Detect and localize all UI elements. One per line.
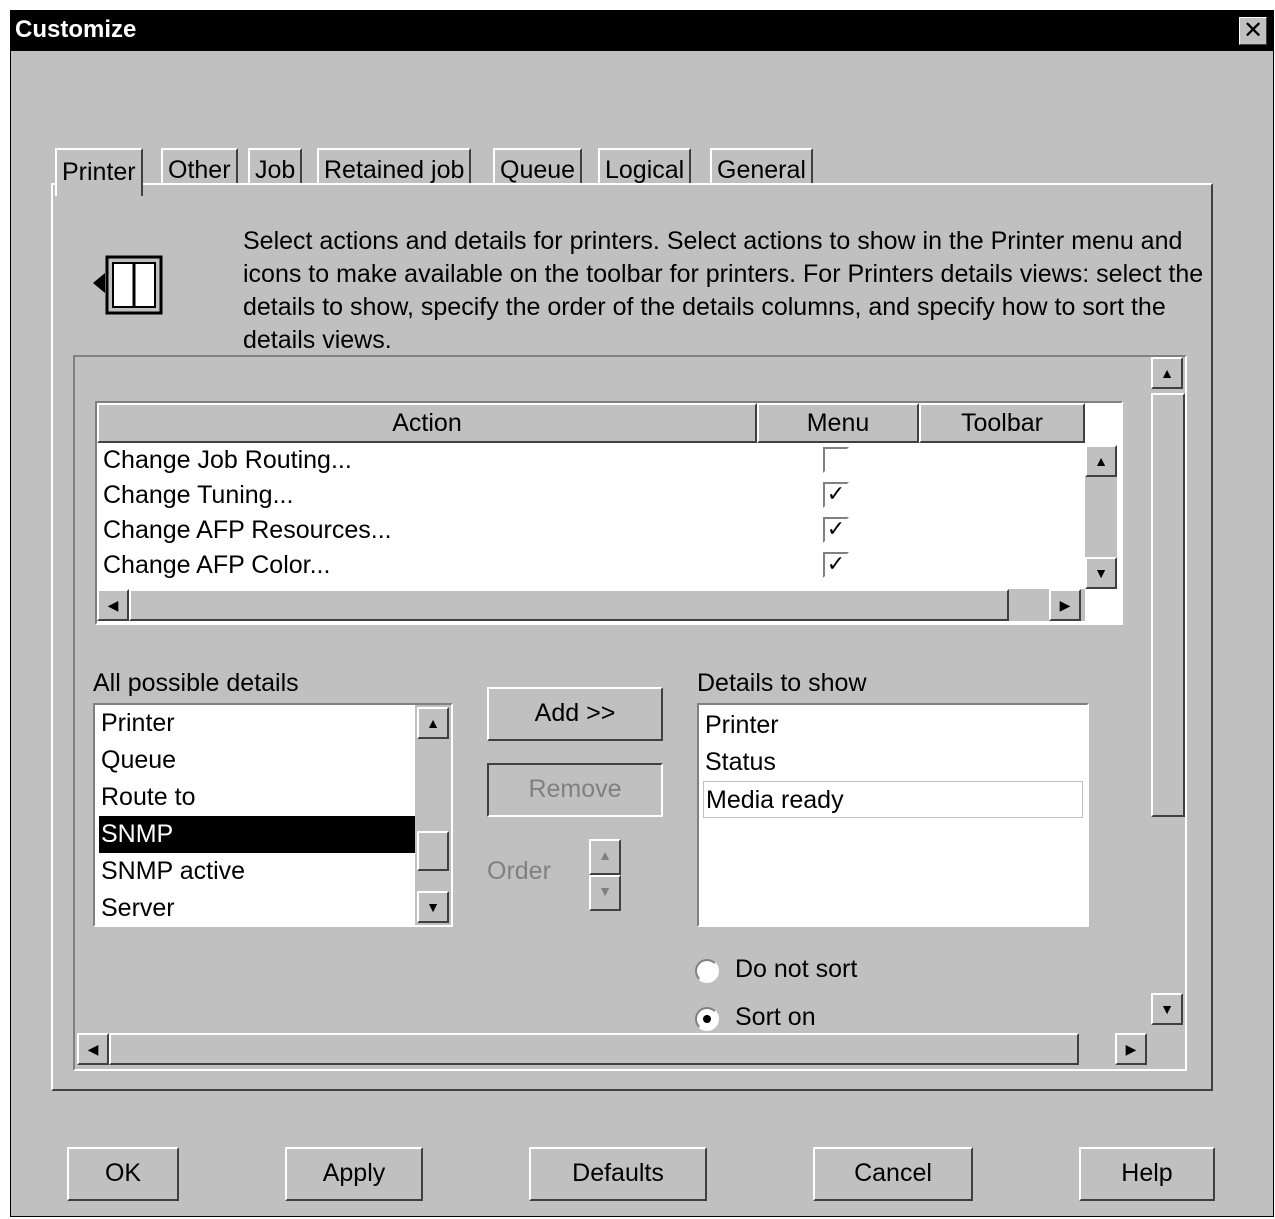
list-item[interactable]: Printer bbox=[703, 707, 779, 744]
description-text: Select actions and details for printers.… bbox=[243, 227, 1204, 354]
scroll-thumb[interactable] bbox=[109, 1033, 1079, 1065]
details-to-show-list[interactable]: Printer Status Media ready bbox=[697, 703, 1089, 927]
tab-job[interactable]: Job bbox=[248, 148, 303, 188]
scroll-down-arrow-icon[interactable]: ▼ bbox=[1085, 557, 1117, 589]
list-item[interactable]: SNMP active bbox=[99, 853, 245, 890]
tab-queue[interactable]: Queue bbox=[493, 148, 583, 188]
table-row[interactable]: Change AFP Resources... bbox=[103, 513, 392, 548]
cancel-button[interactable]: Cancel bbox=[813, 1147, 973, 1201]
defaults-button[interactable]: Defaults bbox=[529, 1147, 707, 1201]
scroll-right-arrow-icon[interactable]: ▶ bbox=[1049, 589, 1081, 621]
do-not-sort-radio[interactable] bbox=[695, 959, 719, 983]
sort-on-radio[interactable] bbox=[695, 1007, 719, 1031]
scroll-thumb[interactable] bbox=[417, 831, 449, 871]
do-not-sort-label: Do not sort bbox=[735, 955, 858, 983]
scroll-up-arrow-icon[interactable]: ▲ bbox=[417, 707, 449, 739]
close-button[interactable]: ✕ bbox=[1239, 17, 1267, 45]
all-details-list[interactable]: Printer Queue Route to SNMP SNMP active … bbox=[93, 703, 453, 927]
settings-scroll-area: Action Menu Toolbar Change Job Routing..… bbox=[73, 355, 1187, 1071]
tab-printer[interactable]: Printer bbox=[55, 148, 143, 196]
details-list-scrollbar[interactable]: ▲ ▼ bbox=[415, 705, 451, 925]
list-item[interactable]: Status bbox=[703, 744, 776, 781]
table-row[interactable]: Change AFP Color... bbox=[103, 548, 330, 583]
remove-button[interactable]: Remove bbox=[487, 763, 663, 817]
menu-checkbox[interactable]: ✓ bbox=[823, 552, 849, 578]
tab-general[interactable]: General bbox=[710, 148, 813, 188]
order-up-arrow-icon[interactable]: ▲ bbox=[589, 839, 621, 875]
printer-tab-panel: Select actions and details for printers.… bbox=[51, 183, 1213, 1091]
actions-table: Action Menu Toolbar Change Job Routing..… bbox=[95, 401, 1123, 625]
table-vertical-scrollbar[interactable]: ▲ ▼ bbox=[1085, 445, 1117, 589]
scroll-up-arrow-icon[interactable]: ▲ bbox=[1151, 357, 1183, 389]
tab-retained-job[interactable]: Retained job bbox=[317, 148, 472, 188]
title-bar: Customize ✕ bbox=[11, 11, 1273, 51]
list-item[interactable]: Printer bbox=[99, 705, 175, 742]
scroll-up-arrow-icon[interactable]: ▲ bbox=[1085, 445, 1117, 477]
list-item-focused[interactable]: Media ready bbox=[703, 781, 1083, 818]
all-details-label: All possible details bbox=[93, 669, 299, 697]
printer-icon bbox=[93, 255, 163, 315]
sort-on-label: Sort on bbox=[735, 1003, 816, 1027]
order-label: Order bbox=[487, 857, 551, 885]
list-item[interactable]: Queue bbox=[99, 742, 176, 779]
customize-dialog: Customize ✕ Printer Other Job Retained j… bbox=[10, 10, 1274, 1217]
help-button[interactable]: Help bbox=[1079, 1147, 1215, 1201]
scroll-down-arrow-icon[interactable]: ▼ bbox=[417, 891, 449, 923]
window-title: Customize bbox=[15, 16, 137, 43]
toolbar-column-header[interactable]: Toolbar bbox=[919, 403, 1085, 443]
list-item-selected[interactable]: SNMP bbox=[99, 816, 415, 853]
outer-vertical-scrollbar[interactable]: ▲ ▼ bbox=[1151, 357, 1185, 1031]
apply-button[interactable]: Apply bbox=[285, 1147, 423, 1201]
tab-logical[interactable]: Logical bbox=[598, 148, 692, 188]
action-column-header[interactable]: Action bbox=[97, 403, 757, 443]
table-row[interactable]: Change Tuning... bbox=[103, 478, 293, 513]
scroll-thumb[interactable] bbox=[1151, 393, 1185, 817]
menu-checkbox[interactable] bbox=[823, 447, 849, 473]
scroll-left-arrow-icon[interactable]: ◀ bbox=[77, 1033, 109, 1065]
ok-button[interactable]: OK bbox=[67, 1147, 179, 1201]
list-item[interactable]: Route to bbox=[99, 779, 196, 816]
scroll-left-arrow-icon[interactable]: ◀ bbox=[97, 589, 129, 621]
scroll-down-arrow-icon[interactable]: ▼ bbox=[1151, 993, 1183, 1025]
table-row[interactable]: Change Job Routing... bbox=[103, 443, 352, 478]
menu-checkbox[interactable]: ✓ bbox=[823, 482, 849, 508]
tab-other[interactable]: Other bbox=[161, 148, 238, 188]
add-button[interactable]: Add >> bbox=[487, 687, 663, 741]
scroll-right-arrow-icon[interactable]: ▶ bbox=[1115, 1033, 1147, 1065]
menu-checkbox[interactable]: ✓ bbox=[823, 517, 849, 543]
order-down-arrow-icon[interactable]: ▼ bbox=[589, 875, 621, 911]
list-item[interactable]: Server bbox=[99, 890, 175, 927]
details-to-show-label: Details to show bbox=[697, 669, 867, 697]
outer-horizontal-scrollbar[interactable]: ◀ ▶ bbox=[75, 1031, 1151, 1067]
scroll-thumb[interactable] bbox=[129, 589, 1009, 621]
menu-column-header[interactable]: Menu bbox=[757, 403, 919, 443]
table-horizontal-scrollbar[interactable]: ◀ ▶ bbox=[97, 589, 1085, 621]
